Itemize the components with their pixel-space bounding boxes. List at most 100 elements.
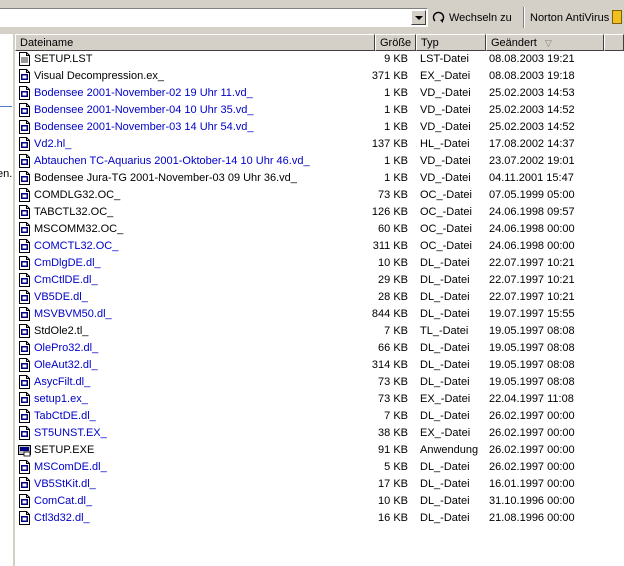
file-name: MSCOMM32.OC_ bbox=[34, 223, 124, 235]
column-header-size-label: Größe bbox=[380, 37, 412, 49]
file-row[interactable]: COMDLG32.OC_ 73 KB OC_-Datei 07.05.1999 05:… bbox=[15, 187, 624, 204]
file-size: 126 KB bbox=[371, 206, 408, 218]
file-row[interactable]: Bodensee 2001-November-04 10 Uhr 35.vd_ 1… bbox=[15, 102, 624, 119]
file-name: COMDLG32.OC_ bbox=[34, 189, 121, 201]
file-modified: 17.08.2002 14:37 bbox=[489, 138, 575, 150]
file-name: setup1.ex_ bbox=[34, 393, 88, 405]
file-row[interactable]: Bodensee Jura-TG 2001-November-03 09 Uhr… bbox=[15, 170, 624, 187]
file-row[interactable]: TabCtDE.dl_ 7 KB DL_-Datei 26.02.1997 00:00 bbox=[15, 408, 624, 425]
file-row[interactable]: MSCOMM32.OC_ 60 KB OC_-Datei 24.06.1998 00:… bbox=[15, 221, 624, 238]
generic-file-icon bbox=[19, 477, 30, 491]
column-header: Dateiname Größe Typ Geändert ▽ bbox=[15, 34, 624, 51]
norton-antivirus-button[interactable]: Norton AntiVirus bbox=[530, 8, 609, 27]
file-size: 38 KB bbox=[378, 427, 408, 439]
folder-tree-pane: en. bbox=[0, 34, 13, 566]
file-row[interactable]: CmDlgDE.dl_ 10 KB DL_-Datei 22.07.1997 10:2… bbox=[15, 255, 624, 272]
file-row[interactable]: VB5DE.dl_ 28 KB DL_-Datei 22.07.1997 10:21 bbox=[15, 289, 624, 306]
file-modified: 19.05.1997 08:08 bbox=[489, 376, 575, 388]
file-name: ComCat.dl_ bbox=[34, 495, 93, 507]
file-type: EX_-Datei bbox=[420, 427, 471, 439]
file-row[interactable]: OleAut32.dl_ 314 KB DL_-Datei 19.05.1997 08… bbox=[15, 357, 624, 374]
file-type: DL_-Datei bbox=[420, 410, 470, 422]
file-modified: 08.08.2003 19:18 bbox=[489, 70, 575, 82]
file-size: 73 KB bbox=[378, 393, 408, 405]
file-row[interactable]: CmCtlDE.dl_ 29 KB DL_-Datei 22.07.1997 10:2… bbox=[15, 272, 624, 289]
file-row[interactable]: MSVBVM50.dl_ 844 KB DL_-Datei 19.07.1997 15… bbox=[15, 306, 624, 323]
file-name: Ctl3d32.dl_ bbox=[34, 512, 90, 524]
file-size: 73 KB bbox=[378, 376, 408, 388]
file-modified: 22.07.1997 10:21 bbox=[489, 257, 575, 269]
file-name: TABCTL32.OC_ bbox=[34, 206, 114, 218]
file-row[interactable]: VB5StKit.dl_ 17 KB DL_-Datei 16.01.1997 00:… bbox=[15, 476, 624, 493]
file-row[interactable]: COMCTL32.OC_ 311 KB OC_-Datei 24.06.1998 00… bbox=[15, 238, 624, 255]
file-modified: 25.02.2003 14:52 bbox=[489, 121, 575, 133]
file-size: 5 KB bbox=[384, 461, 408, 473]
generic-file-icon bbox=[19, 324, 30, 338]
file-size: 16 KB bbox=[378, 512, 408, 524]
file-row[interactable]: Vd2.hl_ 137 KB HL_-Datei 17.08.2002 14:37 bbox=[15, 136, 624, 153]
file-row[interactable]: Bodensee 2001-November-03 14 Uhr 54.vd_ 1… bbox=[15, 119, 624, 136]
file-type: VD_-Datei bbox=[420, 104, 471, 116]
tree-item-fragment[interactable]: en. bbox=[0, 168, 12, 180]
file-modified: 22.07.1997 10:21 bbox=[489, 274, 575, 286]
file-row[interactable]: StdOle2.tl_ 7 KB TL_-Datei 19.05.1997 08:08 bbox=[15, 323, 624, 340]
file-row[interactable]: Bodensee 2001-November-02 19 Uhr 11.vd_ 1… bbox=[15, 85, 624, 102]
generic-file-icon bbox=[19, 392, 30, 406]
file-type: DL_-Datei bbox=[420, 257, 470, 269]
file-type: OC_-Datei bbox=[420, 240, 472, 252]
address-dropdown-button[interactable] bbox=[411, 10, 426, 25]
file-size: 844 KB bbox=[371, 308, 408, 320]
file-name: ST5UNST.EX_ bbox=[34, 427, 107, 439]
file-type: DL_-Datei bbox=[420, 274, 470, 286]
go-button[interactable]: Wechseln zu bbox=[432, 8, 512, 27]
generic-file-icon bbox=[19, 171, 30, 185]
file-modified: 26.02.1997 00:00 bbox=[489, 410, 575, 422]
file-row[interactable]: setup1.ex_ 73 KB EX_-Datei 22.04.1997 11:08 bbox=[15, 391, 624, 408]
file-row[interactable]: SETUP.LST 9 KB LST-Datei 08.08.2003 19:21 bbox=[15, 51, 624, 68]
file-type: VD_-Datei bbox=[420, 87, 471, 99]
column-header-size[interactable]: Größe bbox=[375, 34, 416, 51]
column-header-modified-label: Geändert bbox=[491, 37, 537, 49]
file-size: 371 KB bbox=[371, 70, 408, 82]
file-row[interactable]: TABCTL32.OC_ 126 KB OC_-Datei 24.06.1998 09… bbox=[15, 204, 624, 221]
file-row[interactable]: AsycFilt.dl_ 73 KB DL_-Datei 19.05.1997 08:… bbox=[15, 374, 624, 391]
file-modified: 26.02.1997 00:00 bbox=[489, 461, 575, 473]
file-row[interactable]: Abtauchen TC-Aquarius 2001-Oktober-14 10… bbox=[15, 153, 624, 170]
file-row[interactable]: SETUP.EXE 91 KB Anwendung 26.02.1997 00:00 bbox=[15, 442, 624, 459]
file-row[interactable]: ComCat.dl_ 10 KB DL_-Datei 31.10.1996 00:00 bbox=[15, 493, 624, 510]
column-header-modified[interactable]: Geändert ▽ bbox=[486, 34, 604, 51]
file-modified: 25.02.2003 14:52 bbox=[489, 104, 575, 116]
file-type: DL_-Datei bbox=[420, 478, 470, 490]
address-input[interactable] bbox=[0, 8, 428, 27]
generic-file-icon bbox=[19, 188, 30, 202]
file-name: OlePro32.dl_ bbox=[34, 342, 99, 354]
norton-toolbar-icon[interactable] bbox=[612, 10, 622, 24]
file-size: 1 KB bbox=[384, 121, 408, 133]
file-row[interactable]: Ctl3d32.dl_ 16 KB DL_-Datei 21.08.1996 00:0… bbox=[15, 510, 624, 527]
file-modified: 23.07.2002 19:01 bbox=[489, 155, 575, 167]
file-row[interactable]: MSComDE.dl_ 5 KB DL_-Datei 26.02.1997 00:00 bbox=[15, 459, 624, 476]
file-size: 1 KB bbox=[384, 87, 408, 99]
generic-file-icon bbox=[19, 69, 30, 83]
go-arrow-icon bbox=[432, 11, 445, 23]
file-row[interactable]: OlePro32.dl_ 66 KB DL_-Datei 19.05.1997 08:… bbox=[15, 340, 624, 357]
generic-file-icon bbox=[19, 103, 30, 117]
column-header-type[interactable]: Typ bbox=[416, 34, 486, 51]
file-name: Bodensee Jura-TG 2001-November-03 09 Uhr… bbox=[34, 172, 297, 184]
file-size: 1 KB bbox=[384, 172, 408, 184]
file-size: 7 KB bbox=[384, 325, 408, 337]
column-header-name[interactable]: Dateiname bbox=[15, 34, 375, 51]
file-type: DL_-Datei bbox=[420, 359, 470, 371]
file-row[interactable]: Visual Decompression.ex_ 371 KB EX_-Datei 0… bbox=[15, 68, 624, 85]
file-list: SETUP.LST 9 KB LST-Datei 08.08.2003 19:21 Vi… bbox=[15, 51, 624, 527]
generic-file-icon bbox=[19, 120, 30, 134]
column-header-name-label: Dateiname bbox=[20, 37, 74, 49]
file-row[interactable]: ST5UNST.EX_ 38 KB EX_-Datei 26.02.1997 00:0… bbox=[15, 425, 624, 442]
file-size: 66 KB bbox=[378, 342, 408, 354]
file-modified: 24.06.1998 00:00 bbox=[489, 240, 575, 252]
file-name: SETUP.EXE bbox=[34, 444, 95, 456]
file-name: MSVBVM50.dl_ bbox=[34, 308, 112, 320]
file-name: Vd2.hl_ bbox=[34, 138, 72, 150]
generic-file-icon bbox=[19, 307, 30, 321]
file-size: 91 KB bbox=[378, 444, 408, 456]
